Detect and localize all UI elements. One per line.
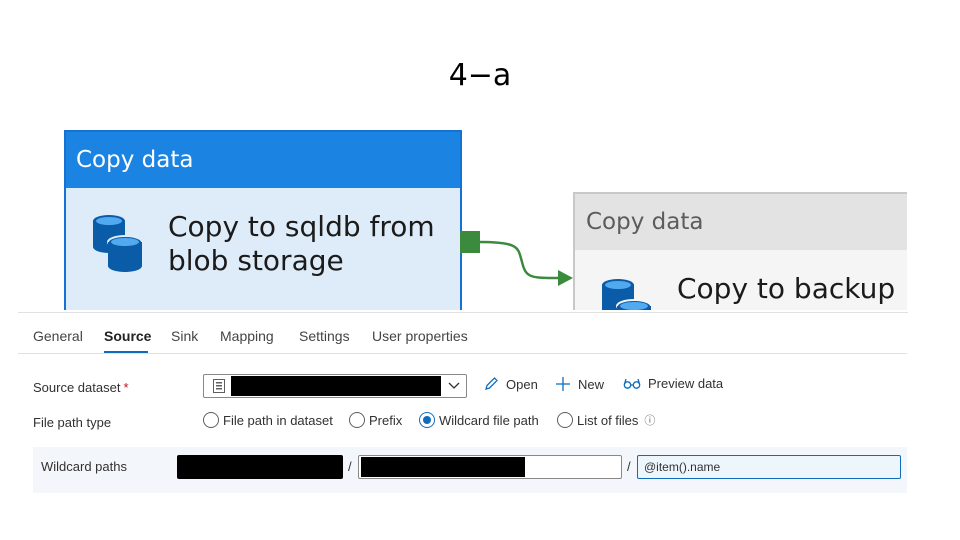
source-dataset-label: Source dataset * [33, 380, 129, 395]
copy-activity-sqldb[interactable]: Copy data Copy to sqldb from blob storag… [64, 130, 462, 310]
wildcard-folder-input[interactable] [358, 455, 622, 479]
tab-source[interactable]: Source [104, 328, 151, 344]
pencil-icon [485, 377, 498, 390]
activity-name: Copy to sqldb from blob storage [168, 210, 435, 277]
chevron-down-icon [448, 382, 460, 389]
tab-bar: General Source Sink Mapping Settings Use… [18, 313, 907, 354]
success-output-handle [460, 231, 480, 253]
arrow-head [558, 270, 573, 286]
redacted-dataset-name [231, 376, 441, 396]
radio-wildcard-file-path[interactable]: Wildcard file path [419, 412, 539, 428]
tab-sink[interactable]: Sink [171, 328, 198, 344]
copy-activity-backup[interactable]: Copy data Copy to backup [573, 192, 907, 310]
database-icon [93, 215, 143, 272]
file-path-type-label: File path type [33, 415, 112, 430]
database-icon [602, 279, 652, 310]
properties-panel: General Source Sink Mapping Settings Use… [18, 312, 908, 540]
tab-general[interactable]: General [33, 328, 83, 344]
preview-data-button[interactable]: Preview data [623, 376, 723, 391]
success-connector[interactable] [460, 228, 578, 290]
open-dataset-button[interactable]: Open [483, 376, 538, 392]
glasses-icon [623, 378, 641, 389]
tab-mapping[interactable]: Mapping [220, 328, 274, 344]
wildcard-container-input[interactable] [177, 455, 343, 479]
radio-list-of-files[interactable]: List of files ⓘ [557, 412, 655, 428]
radio-prefix[interactable]: Prefix [349, 412, 402, 428]
wildcard-file-name-input[interactable]: @item().name [637, 455, 901, 479]
tab-user-properties[interactable]: User properties [372, 328, 468, 344]
path-separator: / [348, 459, 352, 474]
tab-settings[interactable]: Settings [299, 328, 350, 344]
active-tab-indicator [104, 351, 148, 353]
wildcard-paths-row: Wildcard paths / / @item().name [33, 447, 907, 493]
source-dataset-select[interactable] [203, 374, 467, 398]
plus-icon [556, 377, 570, 391]
info-icon[interactable]: ⓘ [644, 412, 655, 428]
activity-type-label: Copy data [66, 132, 460, 188]
redacted-folder-path [361, 457, 525, 477]
activity-type-label: Copy data [575, 194, 907, 250]
activity-name: Copy to backup [677, 272, 896, 305]
wildcard-paths-label: Wildcard paths [41, 459, 127, 474]
radio-file-path-in-dataset[interactable]: File path in dataset [203, 412, 333, 428]
new-dataset-button[interactable]: New [555, 376, 604, 392]
dataset-file-icon [213, 379, 225, 393]
slide-title: 4−a [448, 58, 512, 93]
path-separator: / [627, 459, 631, 474]
